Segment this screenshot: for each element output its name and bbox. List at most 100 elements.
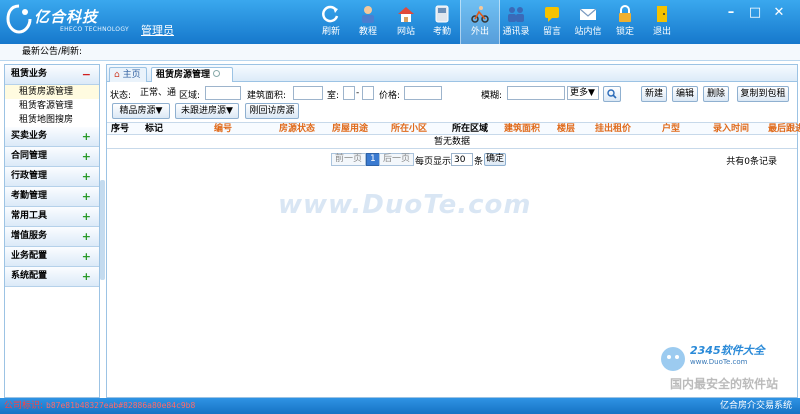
sidebar-section-attendance[interactable]: 考勤管理 + [5, 187, 99, 207]
column-header[interactable]: 挂出租价 [595, 123, 631, 135]
confirm-button[interactable]: 确定 [484, 153, 506, 166]
expand-icon: + [81, 150, 91, 163]
total-records: 共有0条记录 [726, 157, 777, 167]
sidebar-section-label: 合同管理 [11, 151, 48, 161]
column-header[interactable]: 标记 [145, 123, 163, 135]
build-area-input[interactable] [293, 86, 323, 100]
more-select[interactable]: 更多▼ [567, 86, 599, 100]
inbox-button[interactable]: 站内信 [568, 0, 608, 44]
tab-home-label: 主页 [122, 70, 141, 80]
current-page[interactable]: 1 [366, 153, 380, 166]
tab-home[interactable]: ⌂ 主页 [109, 67, 147, 82]
tab-rental-listings[interactable]: 租赁房源管理 [151, 67, 233, 82]
refresh-button[interactable]: 刷新 [311, 0, 351, 44]
quality-listings-button[interactable]: 精品房源▼ [112, 103, 170, 119]
home-icon [398, 7, 414, 22]
new-button[interactable]: 新建 [641, 86, 667, 102]
area-input[interactable] [205, 86, 241, 100]
exit-button[interactable]: 退出 [642, 0, 682, 44]
website-button[interactable]: 网站 [386, 0, 426, 44]
company-id-label: 公司标识: [4, 401, 44, 411]
sidebar-item-rental-clients[interactable]: 租赁客源管理 [5, 99, 99, 113]
inbox-label: 站内信 [574, 27, 602, 37]
contacts-button[interactable]: 通讯录 [496, 0, 536, 44]
next-page-button[interactable]: 后一页 [379, 153, 415, 166]
per-page-label: 每页显示 [415, 157, 452, 167]
lock-button[interactable]: 锁定 [605, 0, 645, 44]
edit-button[interactable]: 编辑 [672, 86, 698, 102]
maximize-icon[interactable]: □ [748, 6, 762, 20]
go-out-icon [471, 6, 489, 23]
notice-bar[interactable]: 最新公告/刷新: [0, 44, 800, 61]
sidebar-section-label: 行政管理 [11, 171, 48, 181]
mail-icon [579, 8, 597, 20]
column-header[interactable]: 编号 [214, 123, 232, 135]
watermark-logo-text: 2345软件大全 [690, 344, 765, 357]
tutorial-button[interactable]: 教程 [348, 0, 388, 44]
sidebar-section-label: 买卖业务 [11, 131, 48, 141]
sidebar-section-system-config[interactable]: 系统配置 + [5, 267, 99, 287]
empty-table-message: 暂无数据 [107, 136, 797, 149]
column-header[interactable]: 楼层 [557, 123, 575, 135]
sidebar-item-rental-listings[interactable]: 租赁房源管理 [5, 85, 99, 99]
sidebar-collapse-handle[interactable] [100, 180, 105, 280]
sidebar-section-rental[interactable]: 租赁业务 − [5, 65, 99, 85]
expand-icon: + [81, 170, 91, 183]
expand-icon: + [81, 130, 91, 143]
close-icon[interactable]: ✕ [772, 6, 786, 20]
price-input[interactable] [404, 86, 442, 100]
column-header[interactable]: 房源状态 [279, 123, 315, 135]
unfollowed-listings-button[interactable]: 未跟进房源▼ [175, 103, 239, 119]
sidebar-section-sales[interactable]: 买卖业务 + [5, 127, 99, 147]
prev-page-button[interactable]: 前一页 [331, 153, 367, 166]
go-out-button[interactable]: 外出 [460, 0, 500, 44]
expand-icon: + [81, 250, 91, 263]
watermark-logo: 2345软件大全 www.DuoTe.com 国内最安全的软件站 [656, 342, 800, 394]
refresh-label: 刷新 [321, 27, 340, 37]
message-button[interactable]: 留言 [532, 0, 572, 44]
sidebar-section-value-added[interactable]: 增值服务 + [5, 227, 99, 247]
column-header[interactable]: 户型 [662, 123, 680, 135]
column-header[interactable]: 最后跟进 [768, 123, 800, 135]
company-id-code: b87e81b48327eab#82886a80e84c9b8 [46, 401, 196, 410]
sidebar-section-tools[interactable]: 常用工具 + [5, 207, 99, 227]
column-header[interactable]: 录入时间 [713, 123, 749, 135]
refresh-icon [322, 5, 339, 23]
sidebar-section-label: 系统配置 [11, 271, 48, 281]
exit-label: 退出 [652, 27, 671, 37]
revisited-listings-button[interactable]: 刚回访房源 [245, 103, 299, 119]
delete-button[interactable]: 删除 [703, 86, 729, 102]
room-min-input[interactable] [343, 86, 355, 100]
column-header[interactable]: 序号 [111, 123, 129, 135]
column-header[interactable]: 房屋用途 [332, 123, 368, 135]
tutorial-label: 教程 [358, 27, 377, 37]
sidebar-section-contracts[interactable]: 合同管理 + [5, 147, 99, 167]
sidebar-item-rental-map[interactable]: 租赁地图搜房 [5, 113, 99, 127]
sidebar-section-admin[interactable]: 行政管理 + [5, 167, 99, 187]
fuzzy-label: 模糊: [481, 91, 503, 101]
column-header[interactable]: 所在区域 [452, 123, 488, 135]
close-tab-icon[interactable] [213, 70, 221, 77]
column-header[interactable]: 建筑面积 [504, 123, 540, 135]
minimize-icon[interactable]: – [724, 6, 738, 20]
expand-icon: + [81, 190, 91, 203]
contacts-icon [508, 7, 524, 22]
per-page-input[interactable]: 30 [451, 153, 473, 166]
search-icon [607, 89, 617, 99]
status-select[interactable]: 正常、通 [137, 86, 179, 100]
copy-to-lease-button[interactable]: 复制到包租 [737, 86, 789, 102]
sidebar-section-business-config[interactable]: 业务配置 + [5, 247, 99, 267]
user-role-link[interactable]: 管理员 [141, 22, 174, 38]
room-max-input[interactable] [362, 86, 374, 100]
search-button[interactable] [603, 86, 621, 102]
sidebar-section-label: 考勤管理 [11, 191, 48, 201]
price-label: 价格: [379, 91, 401, 101]
expand-icon: + [81, 230, 91, 243]
pagination: 前一页 1 后一页 每页显示 30 条 确定 共有0条记录 [107, 153, 797, 167]
attendance-button[interactable]: 考勤 [422, 0, 462, 44]
sidebar-section-label: 常用工具 [11, 211, 48, 221]
watermark-slogan: 国内最安全的软件站 [670, 377, 779, 391]
fuzzy-search-input[interactable] [507, 86, 565, 100]
watermark-text: www.DuoTe.com [278, 190, 532, 220]
column-header[interactable]: 所在小区 [391, 123, 427, 135]
